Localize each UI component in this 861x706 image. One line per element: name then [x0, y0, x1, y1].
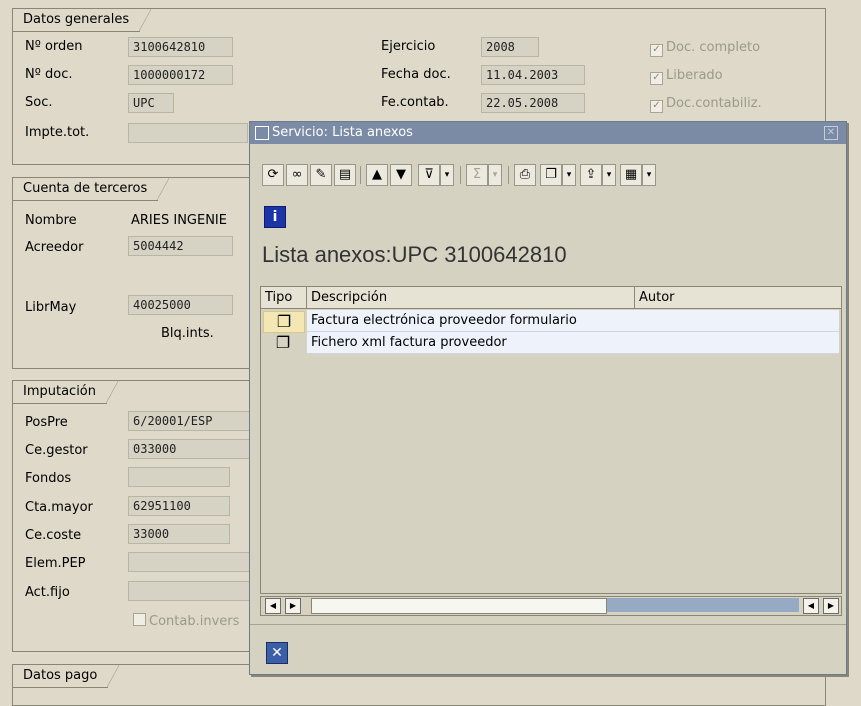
actfijo-label: Act.fijo	[25, 585, 70, 600]
pospre-field[interactable]: 6/20001/ESP	[128, 411, 250, 431]
cegestor-label: Ce.gestor	[25, 443, 88, 458]
ctamayor-field[interactable]: 62951100	[128, 496, 230, 516]
table-row[interactable]: ❐ Fichero xml factura proveedor	[261, 332, 841, 354]
row-description: Fichero xml factura proveedor	[307, 332, 839, 354]
impte-label: Impte.tot.	[25, 125, 90, 140]
soc-label: Soc.	[25, 95, 53, 110]
dialog-title-bar: Servicio: Lista anexos ✕	[250, 122, 846, 144]
acreedor-field[interactable]: 5004442	[128, 236, 233, 256]
cecoste-label: Ce.coste	[25, 528, 82, 543]
librmay-field[interactable]: 40025000	[128, 295, 233, 315]
doc-completo-checkbox[interactable]: ✓ Doc. completo	[650, 39, 760, 57]
info-icon[interactable]: i	[264, 206, 286, 228]
fecha-doc-label: Fecha doc.	[381, 67, 451, 82]
sum-menu-icon: ▾	[488, 164, 502, 186]
elempep-label: Elem.PEP	[25, 556, 86, 571]
sort-descending-icon[interactable]: ▼	[390, 164, 412, 186]
cegestor-field[interactable]: 033000	[128, 439, 250, 459]
toolbar-separator	[508, 166, 509, 184]
scroll-right-icon[interactable]: ▶	[285, 598, 301, 614]
scroll-left-icon[interactable]: ◀	[803, 598, 819, 614]
cecoste-field[interactable]: 33000	[128, 524, 230, 544]
fondos-label: Fondos	[25, 471, 72, 486]
filter-icon[interactable]: ⊽	[418, 164, 440, 186]
dialog-title: Servicio: Lista anexos	[272, 125, 413, 140]
elempep-field[interactable]	[128, 552, 250, 572]
ejercicio-field[interactable]: 2008	[481, 37, 539, 57]
scroll-thumb[interactable]	[311, 598, 607, 614]
librmay-label: LibrMay	[25, 300, 77, 315]
sort-ascending-icon[interactable]: ▲	[366, 164, 388, 186]
export-icon[interactable]: ⇪	[580, 164, 602, 186]
scroll-track[interactable]	[607, 598, 799, 612]
horizontal-scrollbar[interactable]: ◀ ▶ ◀ ▶	[260, 596, 842, 616]
imputacion-title: Imputación	[13, 381, 119, 404]
document-icon: ❐	[275, 333, 291, 352]
document-icon: ❐	[263, 311, 305, 333]
fondos-field[interactable]	[128, 467, 230, 487]
sum-icon: Σ	[466, 164, 488, 186]
pospre-label: PosPre	[25, 415, 68, 430]
toolbar-separator	[360, 166, 361, 184]
checkmark-icon: ✓	[650, 100, 663, 113]
print-icon[interactable]: ⎙	[514, 164, 536, 186]
filter-menu-icon[interactable]: ▾	[440, 164, 454, 186]
ejercicio-label: Ejercicio	[381, 39, 436, 54]
pencil-icon[interactable]: ✎	[310, 164, 332, 186]
delete-icon[interactable]: ▤	[334, 164, 356, 186]
fecha-doc-field[interactable]: 11.04.2003	[481, 65, 585, 85]
actfijo-field[interactable]	[128, 581, 250, 601]
checkmark-icon: ✓	[650, 72, 663, 85]
views-menu-icon[interactable]: ▾	[562, 164, 576, 186]
table-row[interactable]: ❐ Factura electrónica proveedor formular…	[261, 310, 841, 333]
window-icon	[255, 126, 269, 140]
row-description: Factura electrónica proveedor formulario	[307, 310, 839, 332]
column-header-autor[interactable]: Autor	[635, 287, 841, 309]
ctamayor-label: Cta.mayor	[25, 500, 93, 515]
cancel-icon[interactable]: ✕	[266, 642, 288, 664]
datos-generales-title: Datos generales	[13, 9, 152, 32]
doc-contabiliz-checkbox[interactable]: ✓ Doc.contabiliz.	[650, 95, 762, 113]
scroll-left-icon[interactable]: ◀	[265, 598, 281, 614]
contab-invers-label: Contab.invers	[149, 614, 240, 629]
nombre-label: Nombre	[25, 213, 77, 228]
checkmark-icon: ✓	[650, 44, 663, 57]
list-heading: Lista anexos:UPC 3100642810	[262, 242, 567, 267]
datos-pago-title: Datos pago	[13, 665, 120, 688]
checkbox-empty-icon	[133, 613, 146, 626]
n-orden-label: Nº orden	[25, 39, 83, 54]
impte-field[interactable]	[128, 123, 248, 143]
acreedor-label: Acreedor	[25, 240, 84, 255]
glasses-icon[interactable]: ∞	[286, 164, 308, 186]
close-icon[interactable]: ✕	[824, 126, 838, 140]
toolbar-separator	[460, 166, 461, 184]
layout-menu-icon[interactable]: ▾	[642, 164, 656, 186]
soc-field[interactable]: UPC	[128, 93, 174, 113]
views-icon[interactable]: ❐	[540, 164, 562, 186]
column-header-tipo[interactable]: Tipo	[261, 287, 307, 309]
doc-contabiliz-label: Doc.contabiliz.	[666, 96, 762, 111]
column-header-descripcion[interactable]: Descripción	[307, 287, 635, 309]
liberado-checkbox[interactable]: ✓ Liberado	[650, 67, 723, 85]
n-orden-field[interactable]: 3100642810	[128, 37, 233, 57]
liberado-label: Liberado	[666, 68, 723, 83]
fe-contab-label: Fe.contab.	[381, 95, 449, 110]
n-doc-label: Nº doc.	[25, 67, 73, 82]
contab-invers-checkbox[interactable]: Contab.invers	[133, 613, 239, 631]
lista-anexos-dialog: Servicio: Lista anexos ✕ ⟳ ∞ ✎ ▤ ▲ ▼ ⊽ ▾…	[249, 121, 847, 675]
doc-completo-label: Doc. completo	[666, 40, 761, 55]
scroll-right-icon[interactable]: ▶	[823, 598, 839, 614]
refresh-icon[interactable]: ⟳	[262, 164, 284, 186]
fe-contab-field[interactable]: 22.05.2008	[481, 93, 585, 113]
export-menu-icon[interactable]: ▾	[602, 164, 616, 186]
n-doc-field[interactable]: 1000000172	[128, 65, 233, 85]
attachments-table: Tipo Descripción Autor ❐ Factura electró…	[260, 286, 842, 594]
nombre-value: ARIES INGENIE	[131, 213, 227, 228]
footer-divider	[250, 624, 846, 625]
cuenta-terceros-title: Cuenta de terceros	[13, 178, 170, 201]
blq-ints-label: Blq.ints.	[161, 326, 214, 341]
layout-icon[interactable]: ▦	[620, 164, 642, 186]
